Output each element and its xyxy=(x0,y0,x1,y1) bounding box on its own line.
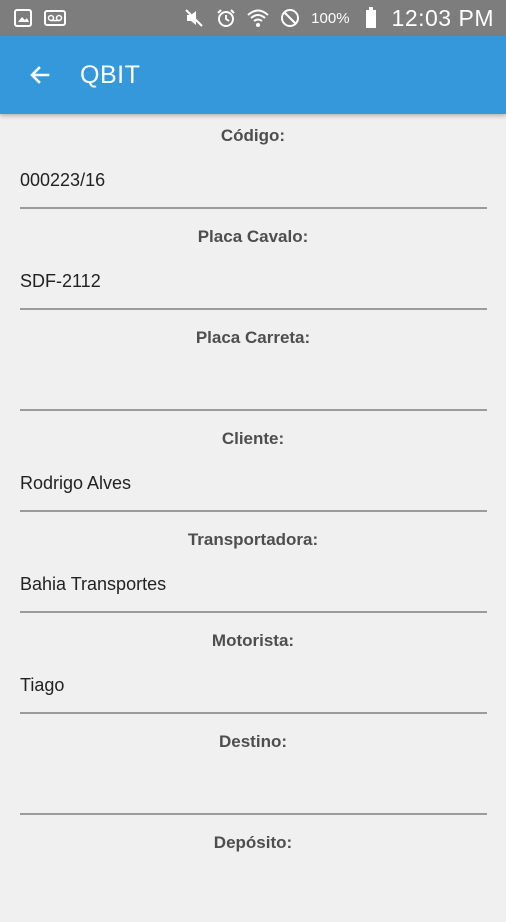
mute-icon xyxy=(183,7,205,29)
field-value: Bahia Transportes xyxy=(20,574,167,594)
field-destino: Destino: xyxy=(0,720,506,821)
field-motorista: Motorista: Tiago xyxy=(0,619,506,720)
field-divider xyxy=(20,611,487,613)
alarm-icon xyxy=(215,7,237,29)
app-title: QBIT xyxy=(80,60,141,89)
field-cliente: Cliente: Rodrigo Alves xyxy=(0,417,506,518)
field-value: Tiago xyxy=(20,675,65,695)
field-divider xyxy=(20,308,487,310)
field-label: Código: xyxy=(220,126,286,145)
status-bar: 100% 12:03 PM xyxy=(0,0,506,36)
field-value: 000223/16 xyxy=(20,170,106,190)
field-divider xyxy=(20,207,487,209)
field-divider xyxy=(20,813,487,815)
field-label: Placa Carreta: xyxy=(195,328,311,347)
field-codigo: Código: 000223/16 xyxy=(0,114,506,215)
battery-icon xyxy=(360,7,382,29)
field-divider xyxy=(20,409,487,411)
field-value: Rodrigo Alves xyxy=(20,473,132,493)
field-label: Cliente: xyxy=(221,429,285,448)
app-bar: QBIT xyxy=(0,36,506,114)
field-label: Motorista: xyxy=(211,631,295,650)
form-container: Código: 000223/16 Placa Cavalo: SDF-2112… xyxy=(0,114,506,922)
do-not-disturb-icon xyxy=(279,7,301,29)
battery-percentage: 100% xyxy=(311,9,350,27)
field-placa-carreta: Placa Carreta: xyxy=(0,316,506,417)
gallery-icon xyxy=(12,7,34,29)
field-placa-cavalo: Placa Cavalo: SDF-2112 xyxy=(0,215,506,316)
field-label: Placa Cavalo: xyxy=(197,227,309,246)
field-divider xyxy=(20,510,487,512)
field-value: SDF-2112 xyxy=(20,271,101,291)
status-time: 12:03 PM xyxy=(391,4,494,31)
wifi-icon xyxy=(247,7,269,29)
field-label: Destino: xyxy=(219,732,287,751)
field-label: Transportadora: xyxy=(187,530,319,549)
arrow-left-icon xyxy=(30,66,50,84)
back-button[interactable] xyxy=(20,55,60,95)
field-divider xyxy=(20,712,487,714)
field-label: Depósito: xyxy=(213,833,293,852)
field-transportadora: Transportadora: Bahia Transportes xyxy=(0,518,506,619)
voicemail-icon xyxy=(44,7,66,29)
field-deposito: Depósito: xyxy=(0,821,506,922)
